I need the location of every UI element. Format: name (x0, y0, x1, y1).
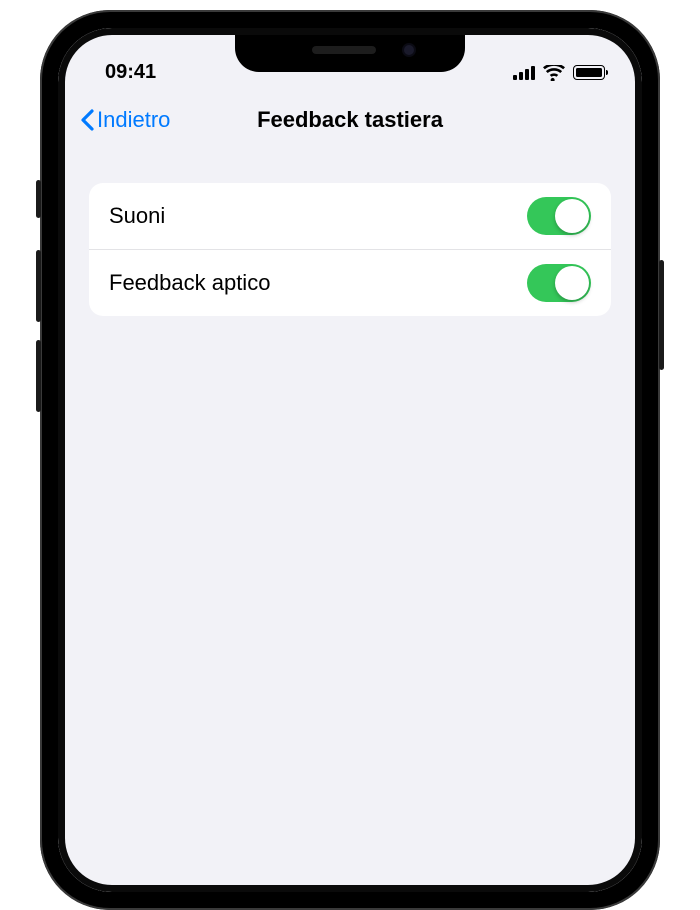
phone-frame: 09:41 (40, 10, 660, 910)
volume-down-button (36, 340, 41, 412)
navigation-bar: Indietro Feedback tastiera (65, 93, 635, 147)
battery-icon (573, 65, 605, 80)
toggle-sounds[interactable] (527, 197, 591, 235)
toggle-haptic[interactable] (527, 264, 591, 302)
toggle-knob (555, 266, 589, 300)
toggle-knob (555, 199, 589, 233)
screen: 09:41 (65, 35, 635, 885)
power-button (659, 260, 664, 370)
status-time: 09:41 (105, 61, 156, 84)
back-label: Indietro (97, 107, 170, 133)
chevron-left-icon (79, 108, 95, 132)
setting-row-haptic: Feedback aptico (89, 249, 611, 316)
setting-label: Suoni (109, 203, 165, 229)
content-area: Suoni Feedback aptico (65, 147, 635, 316)
speaker-grille (312, 46, 376, 54)
setting-row-sounds: Suoni (89, 183, 611, 249)
volume-up-button (36, 250, 41, 322)
notch (235, 28, 465, 72)
front-camera (402, 43, 416, 57)
device-bezel: 09:41 (58, 28, 642, 892)
status-indicators (513, 65, 605, 81)
settings-group: Suoni Feedback aptico (89, 183, 611, 316)
cellular-icon (513, 66, 535, 80)
back-button[interactable]: Indietro (79, 107, 170, 133)
mute-switch (36, 180, 41, 218)
wifi-icon (543, 65, 565, 81)
setting-label: Feedback aptico (109, 270, 270, 296)
